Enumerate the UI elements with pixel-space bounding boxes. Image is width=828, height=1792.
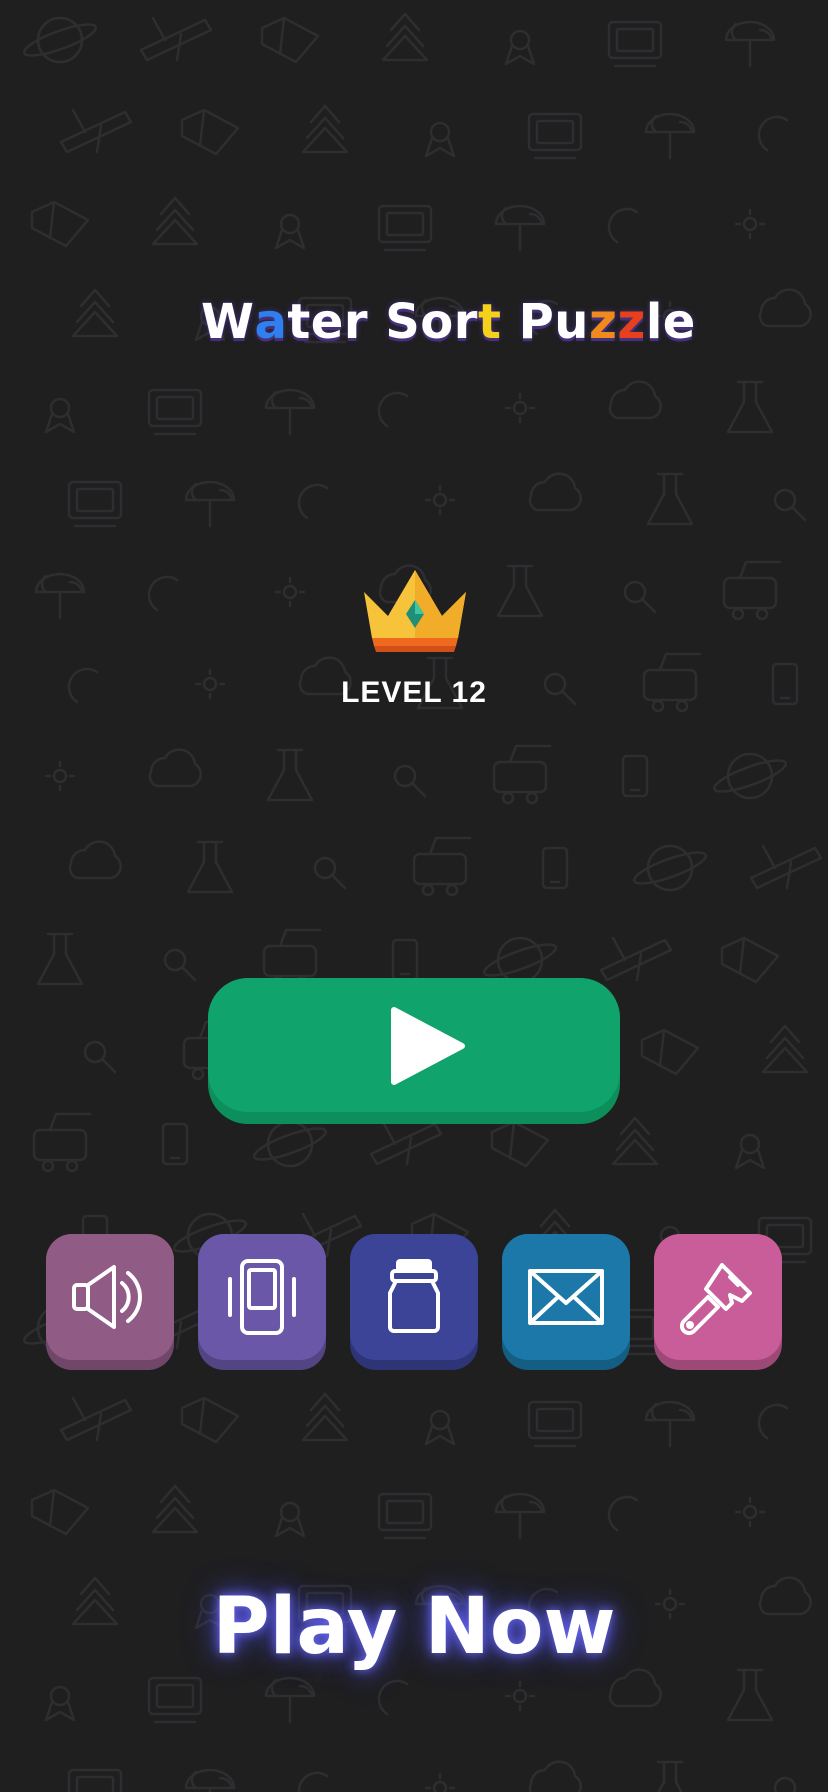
shop-button[interactable] — [350, 1234, 478, 1370]
crown-icon — [364, 570, 466, 652]
title-segment: ter — [287, 294, 386, 350]
title-segment: W — [200, 294, 255, 350]
vibration-icon — [228, 1259, 296, 1335]
title-segment: z — [588, 294, 618, 350]
level-label: LEVEL 12 — [341, 676, 487, 709]
vibration-button[interactable] — [198, 1234, 326, 1370]
title-segment: Pu — [501, 294, 589, 350]
paintbrush-icon — [679, 1263, 752, 1336]
title-segment: a — [254, 294, 288, 350]
play-now-banner: Play Now — [212, 1582, 616, 1672]
envelope-icon — [528, 1269, 604, 1325]
game-title: Water Sort Puzzle — [0, 238, 828, 406]
theme-button[interactable] — [654, 1234, 782, 1370]
jar-icon — [388, 1259, 440, 1333]
title-segment: t — [477, 294, 502, 350]
sound-button[interactable] — [46, 1234, 174, 1370]
title-segment: le — [645, 294, 696, 350]
play-icon — [391, 1007, 465, 1085]
speaker-icon — [72, 1265, 142, 1329]
title-segment: Sor — [385, 294, 478, 350]
title-segment: z — [617, 294, 646, 350]
game-screen: Water Sort Puzzle LEVEL 12 Play Now — [0, 0, 828, 1792]
mail-button[interactable] — [502, 1234, 630, 1370]
play-button[interactable] — [208, 978, 620, 1124]
